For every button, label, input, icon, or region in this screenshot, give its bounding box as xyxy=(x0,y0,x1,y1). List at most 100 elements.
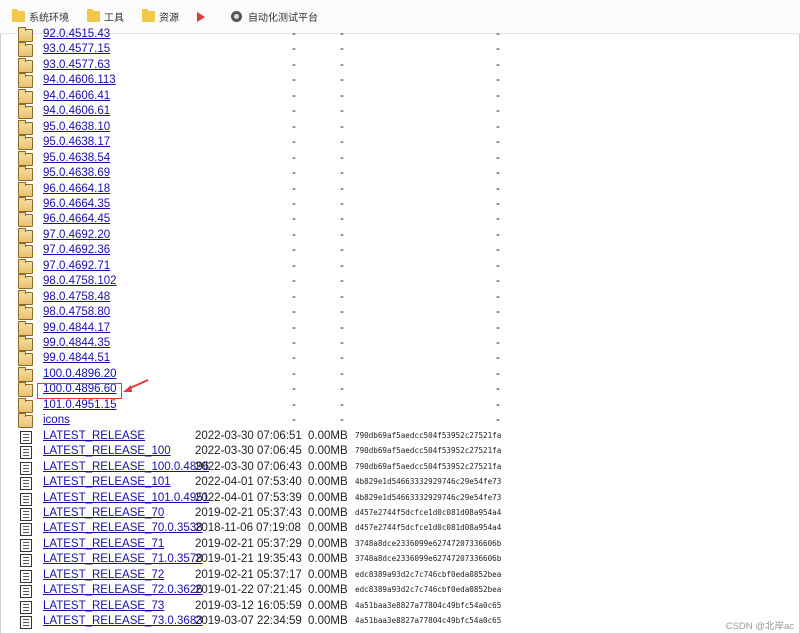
folder-icon xyxy=(12,9,25,22)
folder-icon xyxy=(18,104,33,120)
bookmark-automation-platform[interactable]: 自动化测试平台 xyxy=(231,7,318,27)
file-link[interactable]: LATEST_RELEASE_73 xyxy=(43,600,164,612)
file-link[interactable]: LATEST_RELEASE_70 xyxy=(43,507,164,519)
directory-link[interactable]: 98.0.4758.102 xyxy=(43,275,117,287)
file-link[interactable]: LATEST_RELEASE_100.0.4896 xyxy=(43,461,209,473)
file-row: LATEST_RELEASE_70.0.3538 2018-11-06 07:19… xyxy=(0,522,800,538)
date-cell: 2019-01-21 19:35:43 xyxy=(195,553,302,566)
hash-cell: - xyxy=(496,290,500,303)
date-cell: 2018-11-06 07:19:08 xyxy=(195,522,301,535)
file-link[interactable]: LATEST_RELEASE_72.0.3626 xyxy=(43,584,203,596)
file-link[interactable]: LATEST_RELEASE_101 xyxy=(43,476,171,488)
directory-link[interactable]: 98.0.4758.48 xyxy=(43,291,110,303)
hash-cell: - xyxy=(496,213,500,226)
hash-cell: d457e2744f5dcfce1d0c081d08a954a4 xyxy=(355,523,502,533)
hash-cell: - xyxy=(496,228,500,241)
file-icon xyxy=(20,523,32,537)
hash-cell: 790db69af5aedcc504f53952c27521fa xyxy=(355,430,502,440)
file-link[interactable]: LATEST_RELEASE_70.0.3538 xyxy=(43,522,203,534)
directory-link[interactable]: 99.0.4844.35 xyxy=(43,337,110,349)
date-cell: - xyxy=(292,414,296,427)
date-cell: 2019-01-22 07:21:45 xyxy=(195,584,302,597)
directory-link[interactable]: icons xyxy=(43,414,70,426)
size-cell: - xyxy=(340,259,344,272)
bookmark-tools[interactable]: 工具 xyxy=(87,7,124,27)
folder-icon xyxy=(18,135,33,151)
file-link[interactable]: LATEST_RELEASE_73.0.3683 xyxy=(43,615,203,627)
directory-link[interactable]: 94.0.4606.61 xyxy=(43,105,110,117)
size-cell: - xyxy=(340,182,344,195)
directory-link[interactable]: 94.0.4606.41 xyxy=(43,90,110,102)
directory-link[interactable]: 96.0.4664.35 xyxy=(43,198,110,210)
file-icon xyxy=(20,492,32,506)
size-cell: - xyxy=(340,167,344,180)
size-cell: - xyxy=(340,321,344,334)
bookmark-system-env[interactable]: 系统环境 xyxy=(12,7,69,27)
directory-link[interactable]: 93.0.4577.63 xyxy=(43,59,110,71)
folder-icon xyxy=(18,57,33,73)
bookmark-media[interactable] xyxy=(197,7,213,27)
directory-row: 99.0.4844.51 - - - xyxy=(0,351,800,368)
date-cell: 2019-03-12 16:05:59 xyxy=(195,599,302,612)
date-cell: - xyxy=(292,197,296,210)
directory-link[interactable]: 99.0.4844.51 xyxy=(43,352,110,364)
file-link[interactable]: LATEST_RELEASE xyxy=(43,430,145,442)
directory-row: 96.0.4664.18 - - - xyxy=(0,181,800,199)
directory-link[interactable]: 98.0.4758.80 xyxy=(43,306,110,318)
hash-cell: - xyxy=(496,151,500,164)
directory-link[interactable]: 100.0.4896.20 xyxy=(43,368,117,380)
file-link[interactable]: LATEST_RELEASE_71 xyxy=(43,538,164,550)
hash-cell: - xyxy=(496,136,500,149)
size-cell: - xyxy=(340,120,344,133)
hash-cell: edc8389a93d2c7c746cbf0eda0852bea xyxy=(355,585,502,595)
directory-row: 93.0.4577.63 - - - xyxy=(0,57,800,75)
directory-link[interactable]: 97.0.4692.36 xyxy=(43,244,110,256)
date-cell: - xyxy=(292,244,296,257)
file-icon xyxy=(20,477,32,491)
hash-cell: - xyxy=(496,306,500,319)
file-icon xyxy=(20,446,32,460)
directory-row: 99.0.4844.35 - - - xyxy=(0,336,800,353)
directory-link[interactable]: 92.0.4515.43 xyxy=(43,28,110,40)
size-cell: - xyxy=(340,89,344,102)
directory-link[interactable]: 97.0.4692.71 xyxy=(43,260,110,272)
directory-link[interactable]: 94.0.4606.113 xyxy=(43,74,116,86)
file-link[interactable]: LATEST_RELEASE_72 xyxy=(43,569,164,581)
size-cell: 0.00MB xyxy=(308,491,348,504)
file-link[interactable]: LATEST_RELEASE_101.0.4951 xyxy=(43,492,209,504)
directory-row: 93.0.4577.15 - - - xyxy=(0,42,800,59)
directory-link[interactable]: 95.0.4638.17 xyxy=(43,136,110,148)
date-cell: - xyxy=(292,306,296,319)
arrow-annotation-icon xyxy=(123,379,149,392)
file-link[interactable]: LATEST_RELEASE_100 xyxy=(43,445,171,457)
date-cell: - xyxy=(292,58,296,71)
size-cell: - xyxy=(340,352,344,365)
hash-cell: - xyxy=(496,367,500,380)
directory-link[interactable]: 96.0.4664.45 xyxy=(43,213,110,225)
directory-link[interactable]: 95.0.4638.69 xyxy=(43,167,110,179)
size-cell: - xyxy=(340,74,344,87)
bookmark-resources[interactable]: 资源 xyxy=(142,7,179,27)
directory-link[interactable]: 95.0.4638.54 xyxy=(43,152,110,164)
file-link[interactable]: LATEST_RELEASE_71.0.3578 xyxy=(43,553,203,565)
date-cell: - xyxy=(292,275,296,288)
directory-link[interactable]: 99.0.4844.17 xyxy=(43,322,110,334)
directory-row: 98.0.4758.48 - - - xyxy=(0,289,800,307)
date-cell: 2019-02-21 05:37:17 xyxy=(195,568,302,581)
hash-cell: - xyxy=(496,244,500,257)
directory-link[interactable]: 97.0.4692.20 xyxy=(43,229,110,241)
hash-cell: 3748a8dce2336099e62747207336606b xyxy=(355,554,502,564)
directory-link[interactable]: 96.0.4664.18 xyxy=(43,183,110,195)
date-cell: 2019-02-21 05:37:43 xyxy=(195,506,302,519)
directory-link[interactable]: 93.0.4577.15 xyxy=(43,43,110,55)
folder-icon xyxy=(18,27,33,42)
directory-row: 101.0.4951.15 - - - xyxy=(0,397,800,415)
directory-link[interactable]: 95.0.4638.10 xyxy=(43,121,110,133)
directory-row: 95.0.4638.69 - - - xyxy=(0,166,800,183)
directory-link[interactable]: 101.0.4951.15 xyxy=(43,399,117,411)
directory-row: 95.0.4638.17 - - - xyxy=(0,135,800,152)
directory-row: 94.0.4606.41 - - - xyxy=(0,88,800,106)
date-cell: - xyxy=(292,28,296,40)
hash-cell: 3748a8dce2336099e62747207336606b xyxy=(355,538,502,548)
folder-icon xyxy=(18,305,33,321)
